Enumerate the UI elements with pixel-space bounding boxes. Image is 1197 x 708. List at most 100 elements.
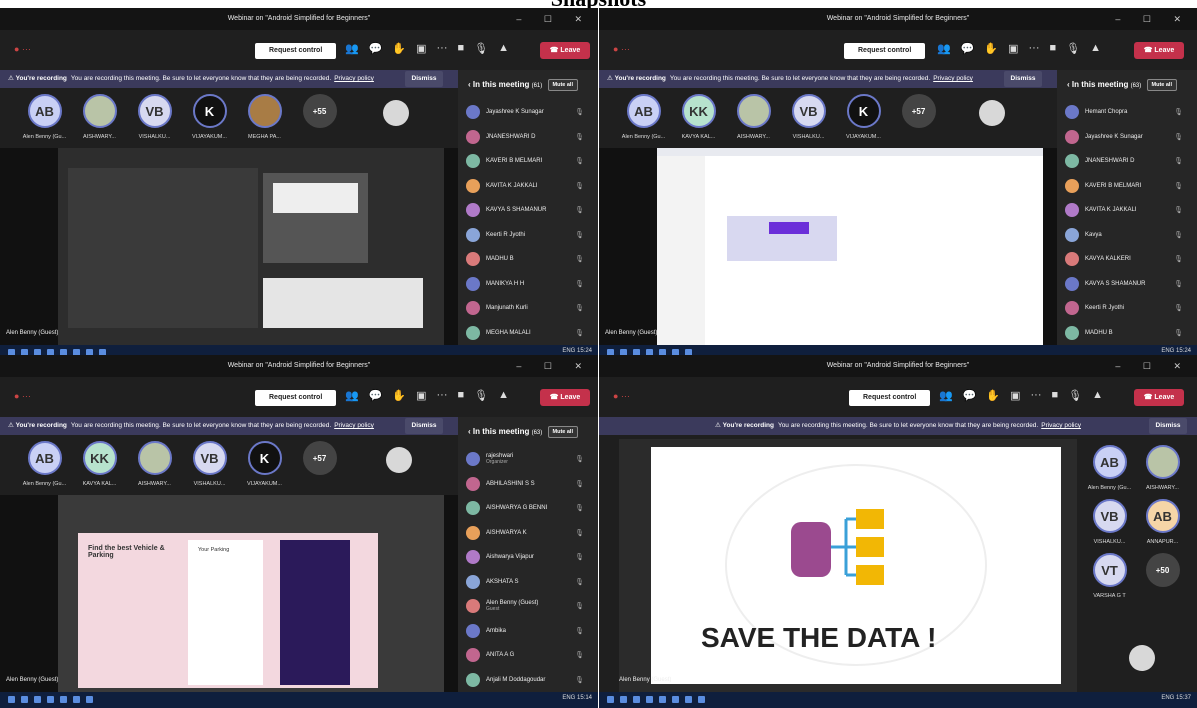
window-controls[interactable]: – ☐ ✕ [516,8,592,30]
people-icon[interactable]: 👥 [345,389,359,402]
dismiss-button[interactable]: Dismiss [405,71,443,87]
participant-avatar[interactable]: +57 [297,441,342,487]
mic-muted-icon[interactable]: 🎙 [1174,280,1183,288]
request-control-button[interactable]: Request control [255,43,337,59]
participant-row[interactable]: Manjunath Kurli 🎙 [458,296,598,321]
mic-muted-icon[interactable]: 🎙 [575,651,584,659]
camera-icon[interactable]: ■ [458,42,465,55]
share-tray-icon[interactable]: ▲ [1092,389,1103,402]
mic-off-icon[interactable]: 🎙 [1068,389,1082,402]
window-controls[interactable]: – ☐ ✕ [1115,355,1191,377]
participant-row[interactable]: KAVYA S SHAMANUR 🎙 [1057,272,1197,297]
participant-avatar[interactable]: AISHWARY... [1140,445,1185,491]
request-control-button[interactable]: Request control [849,390,931,406]
participant-row[interactable]: Aishwarya Vijapur 🎙 [458,545,598,570]
participant-row[interactable]: ABHILASHINI S S 🎙 [458,472,598,497]
participant-avatar[interactable]: AISHWARY... [77,94,122,140]
mic-off-icon[interactable]: 🎙 [474,42,488,55]
participant-row[interactable]: Alen Benny (Guest) Guest 🎙 [458,594,598,619]
participant-row[interactable]: Ambika 🎙 [458,619,598,644]
share-icon[interactable]: ▣ [416,389,426,402]
reactions-icon[interactable]: ✋ [984,42,998,55]
mic-muted-icon[interactable]: 🎙 [1174,255,1183,263]
chat-icon[interactable]: 💬 [961,42,975,55]
leave-button[interactable]: ☎ Leave [1134,389,1184,406]
privacy-policy-link[interactable]: Privacy policy [334,75,374,82]
participant-row[interactable]: AKSHATA S 🎙 [458,570,598,595]
participant-avatar[interactable]: VB VISHALKU... [1087,499,1132,545]
chat-icon[interactable]: 💬 [963,389,977,402]
share-icon[interactable]: ▣ [416,42,426,55]
request-control-button[interactable]: Request control [255,390,337,406]
mic-muted-icon[interactable]: 🎙 [575,676,584,684]
mic-off-icon[interactable]: 🎙 [1066,42,1080,55]
reactions-icon[interactable]: ✋ [392,389,406,402]
dismiss-button[interactable]: Dismiss [405,418,443,434]
participant-row[interactable]: Jayashree K Sunagar 🎙 [1057,125,1197,150]
mic-muted-icon[interactable]: 🎙 [1174,133,1183,141]
mic-muted-icon[interactable]: 🎙 [1174,206,1183,214]
people-icon[interactable]: 👥 [937,42,951,55]
participant-row[interactable]: KAVITA K JAKKALI 🎙 [1057,198,1197,223]
mic-muted-icon[interactable]: 🎙 [575,304,584,312]
participant-row[interactable]: KAVERI B MELMARI 🎙 [1057,174,1197,199]
leave-button[interactable]: ☎ Leave [540,42,590,59]
participant-avatar[interactable]: VB VISHALKU... [132,94,177,140]
more-icon[interactable]: ··· [1031,389,1042,402]
reactions-icon[interactable]: ✋ [986,389,1000,402]
mic-muted-icon[interactable]: 🎙 [575,280,584,288]
participant-row[interactable]: Hemant Chopra 🎙 [1057,100,1197,125]
people-icon[interactable]: 👥 [345,42,359,55]
share-icon[interactable]: ▣ [1008,42,1018,55]
dismiss-button[interactable]: Dismiss [1149,418,1187,434]
participant-avatar[interactable]: AISHWARY... [731,94,776,140]
chat-icon[interactable]: 💬 [369,389,383,402]
mute-all-button[interactable]: Mute all [547,79,578,91]
mic-muted-icon[interactable]: 🎙 [575,480,584,488]
mic-muted-icon[interactable]: 🎙 [575,182,584,190]
people-icon[interactable]: 👥 [939,389,953,402]
camera-icon[interactable]: ■ [1050,42,1057,55]
mic-muted-icon[interactable]: 🎙 [1174,231,1183,239]
leave-button[interactable]: ☎ Leave [1134,42,1184,59]
participant-row[interactable]: AISHWARYA K 🎙 [458,521,598,546]
participant-row[interactable]: MADHU B 🎙 [1057,321,1197,346]
mic-muted-icon[interactable]: 🎙 [1174,329,1183,337]
participant-row[interactable]: KAVERI B MELMARI 🎙 [458,149,598,174]
participant-avatar[interactable]: AB Alen Benny (Gu... [22,94,67,140]
share-tray-icon[interactable]: ▲ [498,42,509,55]
participant-row[interactable]: Jayashree K Sunagar 🎙 [458,100,598,125]
mic-muted-icon[interactable]: 🎙 [575,231,584,239]
participant-avatar[interactable]: AISHWARY... [132,441,177,487]
participant-row[interactable]: JNANESHWARI D 🎙 [1057,149,1197,174]
participant-avatar[interactable]: VB VISHALKU... [187,441,232,487]
participant-row[interactable]: MADHU B 🎙 [458,247,598,272]
mic-muted-icon[interactable]: 🎙 [575,329,584,337]
mic-muted-icon[interactable]: 🎙 [575,206,584,214]
mute-all-button[interactable]: Mute all [1146,79,1177,91]
participant-avatar[interactable]: +55 [297,94,342,140]
participant-avatar[interactable]: +57 [896,94,941,140]
participant-row[interactable]: MANIKYA H H 🎙 [458,272,598,297]
mic-muted-icon[interactable]: 🎙 [575,455,584,463]
participant-row[interactable]: KAVYA KALKERI 🎙 [1057,247,1197,272]
participant-avatar[interactable]: K VIJAYAKUM... [841,94,886,140]
camera-icon[interactable]: ■ [1052,389,1059,402]
mic-off-icon[interactable]: 🎙 [474,389,488,402]
participant-avatar[interactable]: KK KAVYA KAL... [77,441,122,487]
participant-row[interactable]: MEGHA MALALI 🎙 [458,321,598,346]
leave-button[interactable]: ☎ Leave [540,389,590,406]
participant-row[interactable]: Keerti R Jyothi 🎙 [1057,296,1197,321]
share-tray-icon[interactable]: ▲ [498,389,509,402]
participant-avatar[interactable]: AB Alen Benny (Gu... [22,441,67,487]
mic-muted-icon[interactable]: 🎙 [575,504,584,512]
participant-avatar[interactable]: KK KAVYA KAL... [676,94,721,140]
participant-row[interactable]: Kavya 🎙 [1057,223,1197,248]
participant-avatar[interactable]: VB VISHALKU... [786,94,831,140]
participant-avatar[interactable]: AB ANNAPUR... [1140,499,1185,545]
mic-muted-icon[interactable]: 🎙 [575,553,584,561]
participant-row[interactable]: AISHWARYA G BENNI 🎙 [458,496,598,521]
participant-row[interactable]: Anjali M Doddagoudar 🎙 [458,668,598,693]
mic-muted-icon[interactable]: 🎙 [575,157,584,165]
participant-row[interactable]: JNANESHWARI D 🎙 [458,125,598,150]
